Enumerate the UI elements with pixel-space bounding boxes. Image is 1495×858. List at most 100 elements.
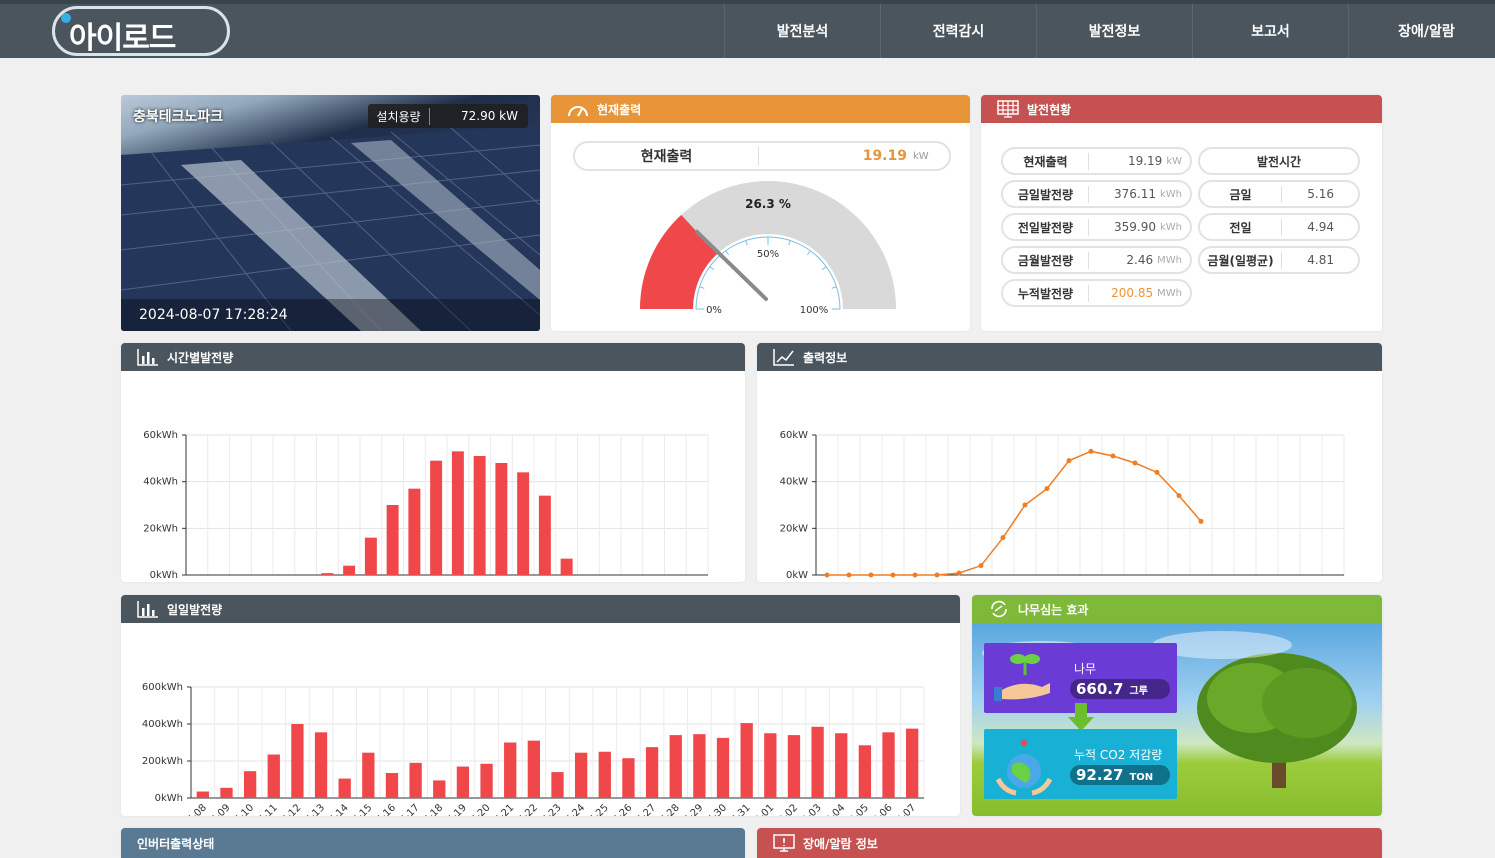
daily-bar-chart: 0kWh200kWh400kWh600kWh07-0807-0907-1007-… — [142, 682, 925, 816]
data-point — [846, 572, 852, 578]
bar — [267, 754, 280, 798]
bar — [538, 495, 551, 575]
current-output-value: 19.19 — [862, 148, 907, 164]
nav-monitoring[interactable]: 전력감시 — [880, 4, 1036, 58]
current-output-unit: kW — [913, 150, 929, 162]
capacity-label: 설치용량 — [368, 107, 430, 125]
x-tick-label: 08-03 — [795, 802, 823, 816]
bar — [574, 752, 588, 798]
x-tick-label: 07-18 — [417, 802, 445, 816]
data-point — [1066, 458, 1072, 464]
x-tick-label: 07-09 — [204, 802, 232, 816]
site-name: 충북테크노파크 — [133, 109, 224, 125]
bar — [551, 772, 564, 798]
data-point — [956, 570, 962, 576]
x-tick-label: 07-24 — [559, 802, 587, 816]
x-tick-label: 08-01 — [748, 802, 776, 816]
x-tick-label: 08-02 — [772, 802, 800, 816]
alarm-info-title: 장애/알람 정보 — [803, 836, 878, 851]
alarm-info-panel: 장애/알람 정보 — [757, 828, 1382, 858]
bar — [196, 791, 209, 798]
status-label: 현재출력 — [1003, 152, 1089, 170]
status-unit: MWh — [1157, 254, 1182, 266]
x-tick-label: 07-16 — [370, 802, 398, 816]
inverter-status-panel: 인버터출력상태 — [121, 828, 745, 858]
tree-label: 나무 — [1074, 662, 1097, 676]
logo-text: 아이로드 — [69, 21, 176, 56]
status-label: 금일발전량 — [1003, 185, 1089, 203]
x-tick-label: 07-11 — [252, 802, 280, 816]
generation-status-panel: 발전현황 현재출력 19.19 kW 금일발전량 376.11 kWh 전일발전량 359… — [981, 95, 1382, 331]
tree-effect-header: 나무심는 효과 — [972, 595, 1382, 623]
chart-grid — [812, 434, 1345, 576]
hourly-generation-header: 시간별발전량 — [121, 343, 745, 371]
x-tick-label: 07-20 — [464, 802, 492, 816]
y-tick-label: 600kWh — [142, 682, 183, 693]
gauge-tick — [745, 240, 748, 246]
nav-report[interactable]: 보고서 — [1192, 4, 1348, 58]
logo[interactable]: 아이로드 — [52, 6, 230, 56]
inverter-status-header: 인버터출력상태 — [121, 828, 745, 858]
y-tick-label: 0kWh — [155, 793, 183, 804]
bar — [740, 723, 753, 798]
solar-grid-icon — [997, 100, 1019, 118]
capacity-value: 72.90 kW — [461, 109, 518, 123]
data-point — [1000, 535, 1006, 541]
output-info-panel: 출력정보 0kW20kW40kW60kW00010203040506070809… — [757, 343, 1382, 582]
data-point — [934, 572, 940, 578]
data-point — [1198, 518, 1204, 524]
bar — [716, 737, 730, 798]
bar — [314, 732, 328, 798]
monitor-alert-icon — [773, 834, 795, 852]
status-row-current: 현재출력 19.19 kW — [1001, 147, 1192, 175]
tree-value: 660.7 — [1076, 680, 1124, 698]
bar — [243, 771, 257, 798]
hourly-generation-title: 시간별발전량 — [167, 350, 234, 365]
x-tick-label: 07-19 — [441, 802, 469, 816]
gauge-tick-100: 100% — [800, 305, 829, 316]
capacity-box: 설치용량 72.90 kW — [368, 104, 528, 128]
hours-title: 발전시간 — [1256, 154, 1302, 169]
daily-generation-header: 일일발전량 — [121, 595, 960, 623]
gauge-tick — [788, 240, 791, 246]
chart-grid — [182, 434, 709, 576]
gauge-tick-50: 50% — [757, 249, 779, 260]
co2-reduction-card: 누적 CO2 저감량 92.27 TON — [984, 729, 1177, 799]
current-output-header: 현재출력 — [551, 95, 970, 123]
co2-unit: TON — [1129, 772, 1154, 783]
data-point — [868, 572, 874, 578]
x-tick-label: 07-25 — [583, 802, 611, 816]
bar — [858, 745, 872, 798]
co2-value-box: 92.27 TON — [1070, 765, 1170, 785]
hours-label: 금월(일평균) — [1200, 251, 1282, 269]
bar — [338, 778, 351, 798]
tree-effect-panel: 나무심는 효과 나무 660.7 그루 누적 CO2 저감량 92.27 TON — [972, 595, 1382, 816]
status-unit: kWh — [1159, 188, 1182, 200]
y-tick-label: 60kW — [780, 430, 809, 441]
bar — [385, 773, 399, 798]
nav-info[interactable]: 발전정보 — [1036, 4, 1192, 58]
site-photo: 충북테크노파크 설치용량 72.90 kW 2024-08-07 17:28:2… — [121, 95, 540, 331]
y-tick-label: 20kW — [780, 523, 809, 534]
y-tick-label: 0kWh — [150, 570, 178, 581]
status-row-today: 금일발전량 376.11 kWh — [1001, 180, 1192, 208]
y-tick-label: 200kWh — [142, 756, 183, 767]
hours-value: 4.94 — [1307, 220, 1334, 234]
nav-analysis[interactable]: 발전분석 — [724, 4, 880, 58]
bar — [473, 456, 486, 575]
x-tick-label: 08-05 — [843, 802, 871, 816]
gauge-percent: 26.3 % — [745, 197, 791, 211]
output-line-chart: 0kW20kW40kW60kW0001020304050607080910111… — [780, 430, 1345, 581]
x-tick-label: 07-12 — [275, 802, 303, 816]
x-tick-label: 07-29 — [677, 802, 705, 816]
current-output-pill: 현재출력 19.19 kW — [573, 141, 951, 171]
data-point — [912, 572, 918, 578]
data-point — [1176, 493, 1182, 499]
bar — [811, 726, 824, 798]
nav-alarm[interactable]: 장애/알람 — [1348, 4, 1495, 58]
co2-label: 누적 CO2 저감량 — [1074, 748, 1163, 762]
output-gauge: 26.3 % 50% 0% 100% — [640, 181, 896, 316]
tree-unit: 그루 — [1129, 686, 1148, 697]
x-tick-label: 07-15 — [346, 802, 374, 816]
x-tick-label: 07-17 — [393, 802, 421, 816]
